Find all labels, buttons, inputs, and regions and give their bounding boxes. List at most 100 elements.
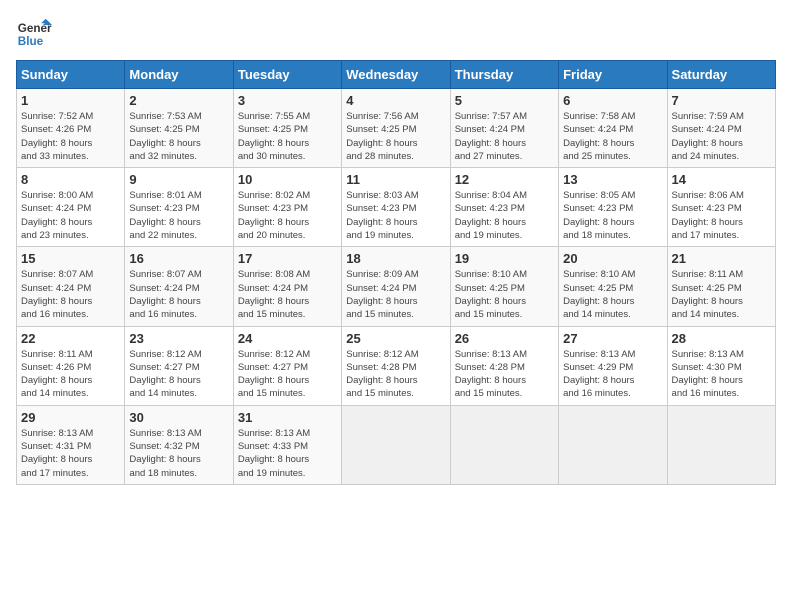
calendar-day-cell: 17 Sunrise: 8:08 AM Sunset: 4:24 PM Dayli… bbox=[233, 247, 341, 326]
day-number: 16 bbox=[129, 251, 228, 266]
calendar-day-cell: 27 Sunrise: 8:13 AM Sunset: 4:29 PM Dayli… bbox=[559, 326, 667, 405]
day-number: 15 bbox=[21, 251, 120, 266]
day-number: 14 bbox=[672, 172, 771, 187]
day-info: Sunrise: 8:08 AM Sunset: 4:24 PM Dayligh… bbox=[238, 268, 337, 321]
day-number: 20 bbox=[563, 251, 662, 266]
day-number: 25 bbox=[346, 331, 445, 346]
day-number: 31 bbox=[238, 410, 337, 425]
calendar-day-cell: 11 Sunrise: 8:03 AM Sunset: 4:23 PM Dayli… bbox=[342, 168, 450, 247]
calendar-day-cell: 19Sunrise: 8:10 AM Sunset: 4:25 PM Dayli… bbox=[450, 247, 558, 326]
day-info: Sunrise: 8:13 AM Sunset: 4:31 PM Dayligh… bbox=[21, 427, 120, 480]
day-info: Sunrise: 8:11 AM Sunset: 4:25 PM Dayligh… bbox=[672, 268, 771, 321]
day-info: Sunrise: 8:07 AM Sunset: 4:24 PM Dayligh… bbox=[21, 268, 120, 321]
day-info: Sunrise: 8:13 AM Sunset: 4:33 PM Dayligh… bbox=[238, 427, 337, 480]
calendar-day-cell bbox=[559, 405, 667, 484]
day-number: 1 bbox=[21, 93, 120, 108]
day-number: 10 bbox=[238, 172, 337, 187]
calendar-day-cell bbox=[667, 405, 775, 484]
header: General Blue bbox=[16, 16, 776, 52]
day-info: Sunrise: 7:56 AM Sunset: 4:25 PM Dayligh… bbox=[346, 110, 445, 163]
day-number: 29 bbox=[21, 410, 120, 425]
calendar-day-cell: 12Sunrise: 8:04 AM Sunset: 4:23 PM Dayli… bbox=[450, 168, 558, 247]
calendar-day-cell: 4 Sunrise: 7:56 AM Sunset: 4:25 PM Daylig… bbox=[342, 89, 450, 168]
calendar-day-cell: 25 Sunrise: 8:12 AM Sunset: 4:28 PM Dayli… bbox=[342, 326, 450, 405]
weekday-header-cell: Monday bbox=[125, 61, 233, 89]
day-info: Sunrise: 8:13 AM Sunset: 4:29 PM Dayligh… bbox=[563, 348, 662, 401]
day-number: 2 bbox=[129, 93, 228, 108]
calendar-day-cell: 21 Sunrise: 8:11 AM Sunset: 4:25 PM Dayli… bbox=[667, 247, 775, 326]
day-number: 19 bbox=[455, 251, 554, 266]
calendar-day-cell: 23Sunrise: 8:12 AM Sunset: 4:27 PM Dayli… bbox=[125, 326, 233, 405]
day-info: Sunrise: 8:02 AM Sunset: 4:23 PM Dayligh… bbox=[238, 189, 337, 242]
weekday-header-cell: Tuesday bbox=[233, 61, 341, 89]
day-info: Sunrise: 8:12 AM Sunset: 4:27 PM Dayligh… bbox=[238, 348, 337, 401]
day-info: Sunrise: 7:57 AM Sunset: 4:24 PM Dayligh… bbox=[455, 110, 554, 163]
day-info: Sunrise: 7:58 AM Sunset: 4:24 PM Dayligh… bbox=[563, 110, 662, 163]
svg-text:Blue: Blue bbox=[18, 35, 44, 48]
day-number: 26 bbox=[455, 331, 554, 346]
day-info: Sunrise: 8:12 AM Sunset: 4:28 PM Dayligh… bbox=[346, 348, 445, 401]
day-number: 23 bbox=[129, 331, 228, 346]
calendar-week-row: 8Sunrise: 8:00 AM Sunset: 4:24 PM Daylig… bbox=[17, 168, 776, 247]
day-info: Sunrise: 8:04 AM Sunset: 4:23 PM Dayligh… bbox=[455, 189, 554, 242]
calendar-day-cell: 2 Sunrise: 7:53 AM Sunset: 4:25 PM Daylig… bbox=[125, 89, 233, 168]
calendar-day-cell: 15 Sunrise: 8:07 AM Sunset: 4:24 PM Dayli… bbox=[17, 247, 125, 326]
day-info: Sunrise: 8:09 AM Sunset: 4:24 PM Dayligh… bbox=[346, 268, 445, 321]
weekday-header-cell: Friday bbox=[559, 61, 667, 89]
calendar-day-cell: 1 Sunrise: 7:52 AM Sunset: 4:26 PM Daylig… bbox=[17, 89, 125, 168]
day-info: Sunrise: 8:11 AM Sunset: 4:26 PM Dayligh… bbox=[21, 348, 120, 401]
calendar-day-cell: 24Sunrise: 8:12 AM Sunset: 4:27 PM Dayli… bbox=[233, 326, 341, 405]
calendar-day-cell bbox=[450, 405, 558, 484]
calendar-day-cell: 14 Sunrise: 8:06 AM Sunset: 4:23 PM Dayli… bbox=[667, 168, 775, 247]
day-number: 6 bbox=[563, 93, 662, 108]
calendar-table: SundayMondayTuesdayWednesdayThursdayFrid… bbox=[16, 60, 776, 485]
day-number: 17 bbox=[238, 251, 337, 266]
calendar-day-cell: 3Sunrise: 7:55 AM Sunset: 4:25 PM Daylig… bbox=[233, 89, 341, 168]
day-number: 27 bbox=[563, 331, 662, 346]
calendar-day-cell: 13 Sunrise: 8:05 AM Sunset: 4:23 PM Dayli… bbox=[559, 168, 667, 247]
day-number: 21 bbox=[672, 251, 771, 266]
day-info: Sunrise: 8:13 AM Sunset: 4:32 PM Dayligh… bbox=[129, 427, 228, 480]
calendar-week-row: 1 Sunrise: 7:52 AM Sunset: 4:26 PM Daylig… bbox=[17, 89, 776, 168]
calendar-day-cell: 22 Sunrise: 8:11 AM Sunset: 4:26 PM Dayli… bbox=[17, 326, 125, 405]
weekday-header-cell: Thursday bbox=[450, 61, 558, 89]
day-info: Sunrise: 7:59 AM Sunset: 4:24 PM Dayligh… bbox=[672, 110, 771, 163]
day-number: 18 bbox=[346, 251, 445, 266]
day-number: 4 bbox=[346, 93, 445, 108]
day-number: 13 bbox=[563, 172, 662, 187]
calendar-week-row: 15 Sunrise: 8:07 AM Sunset: 4:24 PM Dayli… bbox=[17, 247, 776, 326]
weekday-header-cell: Saturday bbox=[667, 61, 775, 89]
day-info: Sunrise: 8:07 AM Sunset: 4:24 PM Dayligh… bbox=[129, 268, 228, 321]
weekday-header-cell: Wednesday bbox=[342, 61, 450, 89]
day-info: Sunrise: 8:03 AM Sunset: 4:23 PM Dayligh… bbox=[346, 189, 445, 242]
logo-icon: General Blue bbox=[16, 16, 52, 52]
day-number: 8 bbox=[21, 172, 120, 187]
calendar-week-row: 22 Sunrise: 8:11 AM Sunset: 4:26 PM Dayli… bbox=[17, 326, 776, 405]
day-info: Sunrise: 8:13 AM Sunset: 4:28 PM Dayligh… bbox=[455, 348, 554, 401]
day-number: 30 bbox=[129, 410, 228, 425]
day-info: Sunrise: 7:53 AM Sunset: 4:25 PM Dayligh… bbox=[129, 110, 228, 163]
day-info: Sunrise: 8:13 AM Sunset: 4:30 PM Dayligh… bbox=[672, 348, 771, 401]
calendar-day-cell: 18 Sunrise: 8:09 AM Sunset: 4:24 PM Dayli… bbox=[342, 247, 450, 326]
day-info: Sunrise: 8:06 AM Sunset: 4:23 PM Dayligh… bbox=[672, 189, 771, 242]
day-info: Sunrise: 7:52 AM Sunset: 4:26 PM Dayligh… bbox=[21, 110, 120, 163]
day-number: 7 bbox=[672, 93, 771, 108]
weekday-header-row: SundayMondayTuesdayWednesdayThursdayFrid… bbox=[17, 61, 776, 89]
calendar-day-cell: 10 Sunrise: 8:02 AM Sunset: 4:23 PM Dayli… bbox=[233, 168, 341, 247]
day-number: 11 bbox=[346, 172, 445, 187]
calendar-day-cell: 8Sunrise: 8:00 AM Sunset: 4:24 PM Daylig… bbox=[17, 168, 125, 247]
calendar-day-cell: 28 Sunrise: 8:13 AM Sunset: 4:30 PM Dayli… bbox=[667, 326, 775, 405]
calendar-day-cell: 16 Sunrise: 8:07 AM Sunset: 4:24 PM Dayli… bbox=[125, 247, 233, 326]
calendar-day-cell: 20Sunrise: 8:10 AM Sunset: 4:25 PM Dayli… bbox=[559, 247, 667, 326]
day-info: Sunrise: 8:05 AM Sunset: 4:23 PM Dayligh… bbox=[563, 189, 662, 242]
day-number: 5 bbox=[455, 93, 554, 108]
calendar-week-row: 29 Sunrise: 8:13 AM Sunset: 4:31 PM Dayli… bbox=[17, 405, 776, 484]
calendar-day-cell: 30 Sunrise: 8:13 AM Sunset: 4:32 PM Dayli… bbox=[125, 405, 233, 484]
day-number: 22 bbox=[21, 331, 120, 346]
day-number: 28 bbox=[672, 331, 771, 346]
calendar-day-cell: 6 Sunrise: 7:58 AM Sunset: 4:24 PM Daylig… bbox=[559, 89, 667, 168]
day-number: 3 bbox=[238, 93, 337, 108]
calendar-day-cell bbox=[342, 405, 450, 484]
day-number: 9 bbox=[129, 172, 228, 187]
calendar-day-cell: 5 Sunrise: 7:57 AM Sunset: 4:24 PM Daylig… bbox=[450, 89, 558, 168]
